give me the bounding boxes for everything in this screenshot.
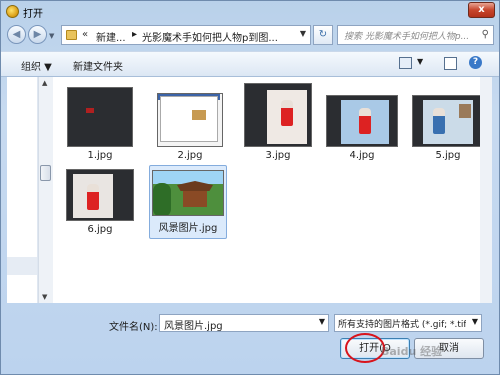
view-dropdown-icon[interactable]: ▼ — [417, 57, 423, 66]
file-item[interactable]: 1.jpg — [61, 87, 139, 161]
view-options-icon[interactable] — [399, 57, 412, 69]
organize-button[interactable]: 组织 ▼ — [21, 58, 52, 73]
breadcrumb-separator-icon[interactable]: ▸ — [132, 29, 137, 40]
forward-button[interactable]: ▶ — [28, 25, 47, 44]
image-thumbnail — [66, 169, 134, 221]
filename-input[interactable]: 风景图片.jpg ▼ — [159, 314, 329, 332]
back-button[interactable]: ◀ — [7, 25, 26, 44]
image-thumbnail — [244, 83, 312, 147]
file-name: 5.jpg — [435, 150, 461, 161]
file-name: 4.jpg — [349, 150, 375, 161]
breadcrumb-overflow[interactable]: « — [82, 29, 88, 40]
window-title: 打开 — [23, 9, 43, 20]
image-thumbnail — [412, 95, 484, 147]
file-item[interactable]: 3.jpg — [239, 83, 317, 161]
navigation-pane[interactable] — [7, 77, 38, 303]
watermark: Baidu 经验 — [381, 345, 443, 358]
file-name: 6.jpg — [87, 224, 113, 235]
open-file-dialog: 打开 x ◀ ▶ ▼ « 新建... ▸ 光影魔术手如何把人物p到图... ▼ … — [0, 0, 500, 375]
file-type-dropdown-icon[interactable]: ▼ — [472, 317, 478, 326]
highlight-circle — [345, 333, 385, 363]
search-icon[interactable]: ⚲ — [482, 29, 489, 40]
file-item[interactable]: 6.jpg — [61, 169, 139, 235]
image-thumbnail — [152, 170, 224, 216]
close-button[interactable]: x — [468, 2, 495, 18]
file-item-selected[interactable]: 风景图片.jpg — [149, 165, 227, 239]
filename-label: 文件名(N): — [109, 322, 158, 333]
file-item[interactable]: 4.jpg — [323, 95, 401, 161]
file-name: 风景图片.jpg — [158, 223, 218, 234]
breadcrumb-item[interactable]: 新建... — [96, 29, 126, 44]
scrollbar-thumb[interactable] — [40, 165, 51, 181]
image-thumbnail — [326, 95, 398, 147]
breadcrumb-item-current[interactable]: 光影魔术手如何把人物p到图... — [142, 29, 278, 44]
image-thumbnail — [67, 87, 133, 147]
file-type-value: 所有支持的图片格式 (*.gif; *.tif — [338, 320, 466, 330]
address-bar[interactable]: « 新建... ▸ 光影魔术手如何把人物p到图... ▼ — [61, 25, 311, 45]
title-bar: 打开 x — [1, 1, 499, 23]
search-placeholder: 搜索 光影魔术手如何把人物p... — [344, 32, 470, 42]
address-row: ◀ ▶ ▼ « 新建... ▸ 光影魔术手如何把人物p到图... ▼ ↻ 搜索 … — [1, 23, 499, 49]
file-name: 1.jpg — [87, 150, 113, 161]
scroll-down-icon[interactable]: ▼ — [42, 293, 47, 301]
recent-locations-dropdown-icon[interactable]: ▼ — [49, 32, 54, 40]
new-folder-button[interactable]: 新建文件夹 — [73, 58, 123, 73]
file-item[interactable]: 5.jpg — [409, 95, 487, 161]
file-list: 1.jpg 2.jpg 3.jpg 4.jpg 5.jpg 6.jpg 风景图片… — [53, 77, 491, 303]
image-thumbnail — [157, 93, 223, 147]
navigation-pane-selection — [7, 257, 37, 275]
navigation-scrollbar[interactable]: ▲ ▼ — [38, 77, 53, 303]
preview-pane-icon[interactable] — [444, 57, 457, 70]
file-item[interactable]: 2.jpg — [151, 93, 229, 161]
address-dropdown-icon[interactable]: ▼ — [300, 29, 306, 38]
help-icon[interactable]: ? — [469, 56, 482, 69]
refresh-button[interactable]: ↻ — [313, 25, 333, 45]
filename-value: 风景图片.jpg — [164, 321, 223, 332]
scroll-up-icon[interactable]: ▲ — [42, 79, 47, 87]
file-list-scrollbar[interactable] — [480, 77, 492, 303]
file-name: 2.jpg — [177, 150, 203, 161]
file-name: 3.jpg — [265, 150, 291, 161]
search-input[interactable]: 搜索 光影魔术手如何把人物p... ⚲ — [337, 25, 494, 45]
app-icon — [6, 5, 19, 18]
file-type-select[interactable]: 所有支持的图片格式 (*.gif; *.tif ▼ — [334, 314, 482, 332]
filename-dropdown-icon[interactable]: ▼ — [319, 317, 325, 326]
toolbar: 组织 ▼ 新建文件夹 ▼ ? — [1, 51, 499, 77]
folder-icon — [66, 30, 77, 40]
